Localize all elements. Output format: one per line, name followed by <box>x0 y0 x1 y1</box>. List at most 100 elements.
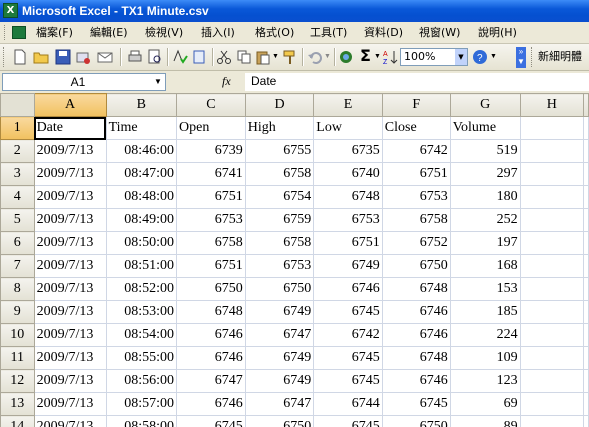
cell[interactable]: 6753 <box>313 208 383 232</box>
cell[interactable]: 2009/7/13 <box>33 277 107 301</box>
font-name-box[interactable]: 新細明體 <box>538 49 582 65</box>
menu-format[interactable]: 格式(O) <box>253 25 296 41</box>
cell[interactable] <box>519 346 585 370</box>
cell[interactable]: 2009/7/13 <box>33 254 107 278</box>
toolbar-grip-icon[interactable] <box>3 47 7 67</box>
cell[interactable]: 2009/7/13 <box>33 346 107 370</box>
format-painter-icon[interactable] <box>282 49 298 65</box>
cell[interactable] <box>519 185 585 209</box>
name-box[interactable]: A1 ▼ <box>2 73 166 91</box>
row-header[interactable]: 13 <box>0 392 35 416</box>
cell[interactable]: 08:51:00 <box>105 254 178 278</box>
column-header[interactable]: E <box>313 93 383 117</box>
cell[interactable]: Close <box>381 116 451 140</box>
cell[interactable]: 252 <box>449 208 521 232</box>
cell[interactable]: 6758 <box>244 162 315 186</box>
print-preview-icon[interactable] <box>147 49 163 65</box>
open-folder-icon[interactable] <box>33 49 49 65</box>
menu-window[interactable]: 視窗(W) <box>417 25 462 41</box>
paste-icon[interactable] <box>255 49 271 65</box>
document-icon[interactable] <box>12 26 26 39</box>
cell[interactable]: 6749 <box>244 346 315 370</box>
spelling-icon[interactable] <box>172 49 188 65</box>
cell[interactable] <box>519 254 585 278</box>
cell[interactable]: High <box>244 116 315 140</box>
row-header[interactable]: 6 <box>0 231 35 255</box>
cell[interactable]: Open <box>176 116 246 140</box>
cell[interactable]: 6742 <box>381 139 451 163</box>
autosum-dropdown-icon[interactable]: ▼ <box>374 53 381 60</box>
cell[interactable]: 89 <box>449 415 521 427</box>
undo-icon[interactable] <box>307 49 323 65</box>
cell[interactable]: 6745 <box>313 369 383 393</box>
cell[interactable]: 2009/7/13 <box>33 208 107 232</box>
cell[interactable]: 123 <box>449 369 521 393</box>
cell[interactable] <box>583 300 589 324</box>
cell[interactable]: 6747 <box>244 392 315 416</box>
cell[interactable] <box>583 323 589 347</box>
cell[interactable] <box>583 162 589 186</box>
cell[interactable]: 6746 <box>176 346 246 370</box>
cell[interactable]: 6745 <box>313 415 383 427</box>
menu-help[interactable]: 說明(H) <box>476 25 519 41</box>
cell[interactable]: 2009/7/13 <box>33 231 107 255</box>
cell[interactable] <box>583 231 589 255</box>
menu-data[interactable]: 資料(D) <box>362 25 405 41</box>
cut-icon[interactable] <box>216 49 232 65</box>
cell[interactable]: Volume <box>449 116 521 140</box>
cell[interactable]: 08:57:00 <box>105 392 178 416</box>
cell[interactable]: 6751 <box>313 231 383 255</box>
column-header[interactable]: F <box>381 93 451 117</box>
column-header[interactable]: G <box>449 93 521 117</box>
cell[interactable]: 6746 <box>176 323 246 347</box>
undo-dropdown-icon[interactable]: ▼ <box>324 53 331 60</box>
row-header[interactable]: 11 <box>0 346 35 370</box>
cell[interactable] <box>583 139 589 163</box>
cell[interactable]: 08:53:00 <box>105 300 178 324</box>
cell[interactable]: 2009/7/13 <box>33 392 107 416</box>
cell[interactable]: 180 <box>449 185 521 209</box>
hyperlink-icon[interactable] <box>338 49 354 65</box>
cell[interactable] <box>583 116 589 140</box>
menu-insert[interactable]: 插入(I) <box>199 25 237 41</box>
formatting-toolbar-grip-icon[interactable] <box>531 47 535 67</box>
cell[interactable]: 6748 <box>176 300 246 324</box>
cell[interactable]: 6752 <box>381 231 451 255</box>
row-header[interactable]: 9 <box>0 300 35 324</box>
cell[interactable]: 6744 <box>313 392 383 416</box>
cell[interactable] <box>519 139 585 163</box>
cell[interactable]: Date <box>33 116 107 140</box>
cell[interactable]: 2009/7/13 <box>33 300 107 324</box>
cell[interactable]: 6754 <box>244 185 315 209</box>
cell[interactable]: 2009/7/13 <box>33 323 107 347</box>
cell[interactable] <box>519 162 585 186</box>
cell[interactable]: 6748 <box>381 346 451 370</box>
cell[interactable]: 109 <box>449 346 521 370</box>
cell[interactable] <box>583 415 589 427</box>
cell[interactable]: 6751 <box>176 254 246 278</box>
insert-function-icon[interactable]: fx <box>222 74 231 89</box>
cell[interactable]: 224 <box>449 323 521 347</box>
cell[interactable]: 6749 <box>244 369 315 393</box>
cell[interactable]: 08:50:00 <box>105 231 178 255</box>
cell[interactable]: 08:52:00 <box>105 277 178 301</box>
cell[interactable] <box>519 323 585 347</box>
paste-dropdown-icon[interactable]: ▼ <box>272 53 279 60</box>
cell[interactable]: 6751 <box>176 185 246 209</box>
cell[interactable]: 6746 <box>176 392 246 416</box>
cell[interactable]: 6753 <box>381 185 451 209</box>
cell[interactable]: 197 <box>449 231 521 255</box>
name-box-dropdown-icon[interactable]: ▼ <box>152 75 164 89</box>
cell[interactable]: 6735 <box>313 139 383 163</box>
menubar-grip-icon[interactable] <box>4 25 8 40</box>
new-file-icon[interactable] <box>12 49 28 65</box>
column-header[interactable] <box>583 93 589 117</box>
cell[interactable]: 2009/7/13 <box>33 162 107 186</box>
formula-input[interactable]: Date <box>245 73 589 91</box>
save-icon[interactable] <box>55 49 71 65</box>
zoom-dropdown-icon[interactable]: ▼ <box>455 49 467 65</box>
cell[interactable]: 6750 <box>244 277 315 301</box>
cell[interactable]: 6745 <box>176 415 246 427</box>
menu-file[interactable]: 檔案(F) <box>34 25 75 41</box>
cell[interactable]: 6749 <box>313 254 383 278</box>
